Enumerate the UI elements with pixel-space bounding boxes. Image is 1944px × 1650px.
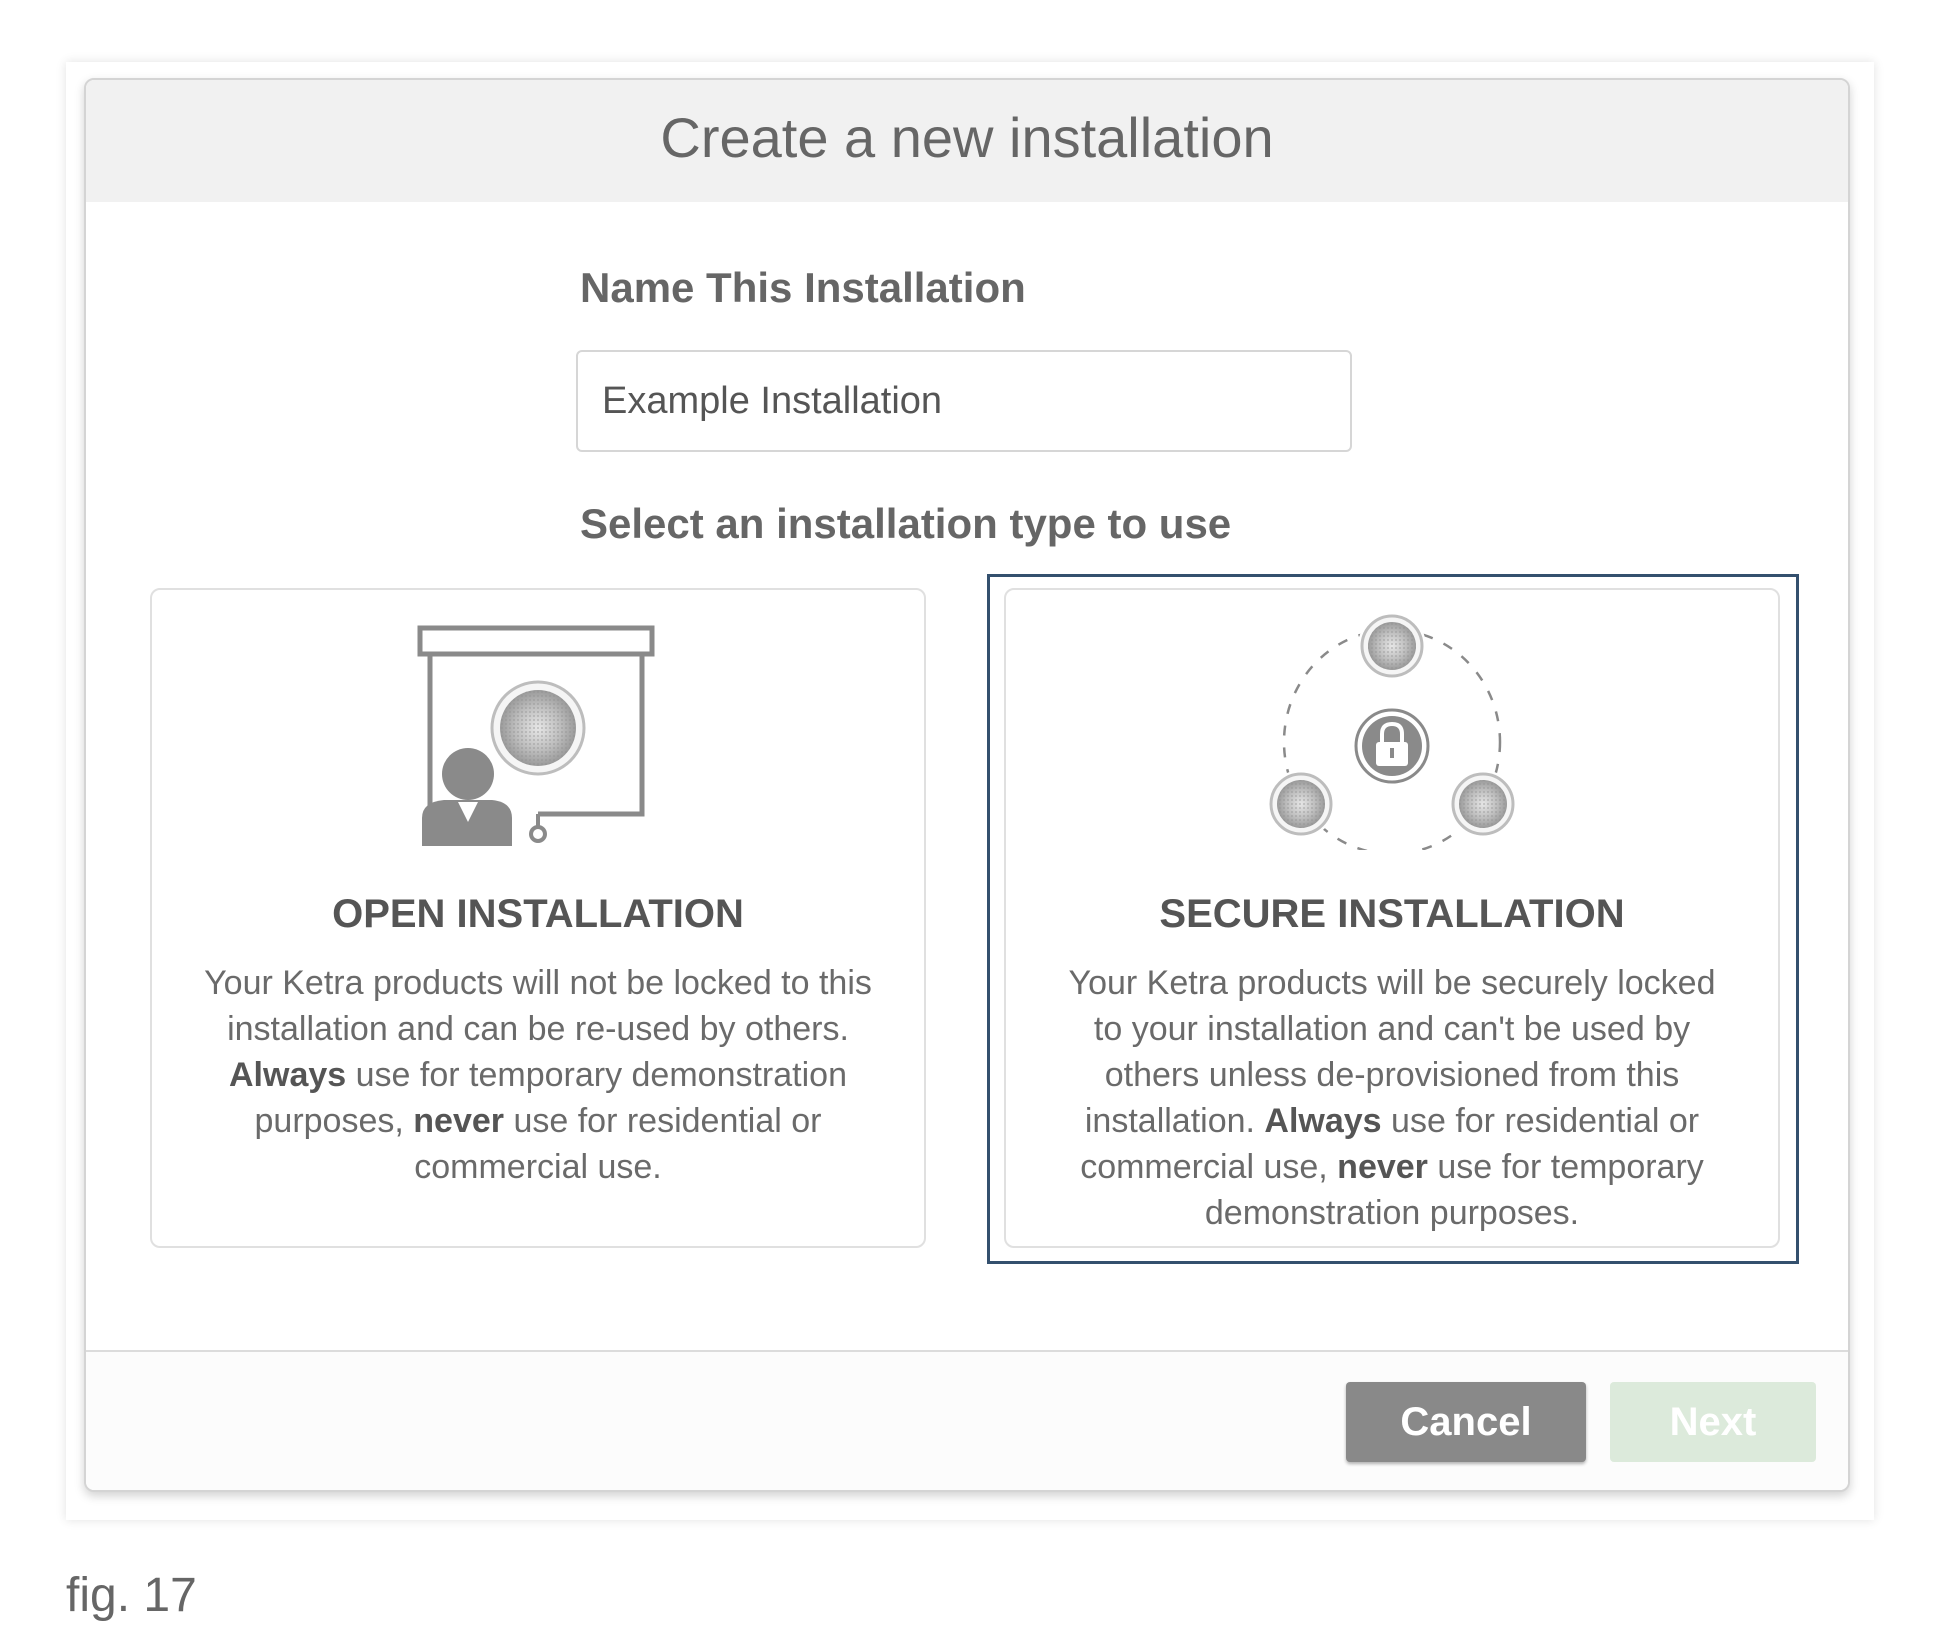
figure-caption: fig. 17 (66, 1569, 197, 1622)
dialog-header: Create a new installation (86, 80, 1848, 202)
cancel-button[interactable]: Cancel (1346, 1382, 1586, 1462)
selected-option-outline (987, 574, 1799, 1264)
open-desc-part-1: Your Ketra products will not be locked t… (204, 964, 872, 1048)
name-installation-label: Name This Installation (580, 264, 1026, 311)
presentation-icon (417, 625, 655, 846)
create-installation-dialog: Create a new installation Name This Inst… (84, 78, 1850, 1492)
dialog-title: Create a new installation (660, 105, 1274, 169)
dialog-footer: Cancel Next (86, 1350, 1848, 1490)
open-desc-always: Always (229, 1056, 347, 1094)
open-installation-description: Your Ketra products will not be locked t… (198, 960, 878, 1190)
next-button[interactable]: Next (1610, 1382, 1816, 1462)
open-installation-title: OPEN INSTALLATION (332, 892, 744, 936)
installation-name-input[interactable] (576, 350, 1352, 452)
open-installation-card[interactable]: OPEN INSTALLATION Your Ketra products wi… (150, 588, 926, 1248)
installation-type-label: Select an installation type to use (580, 500, 1232, 547)
open-desc-never: never (413, 1102, 504, 1140)
